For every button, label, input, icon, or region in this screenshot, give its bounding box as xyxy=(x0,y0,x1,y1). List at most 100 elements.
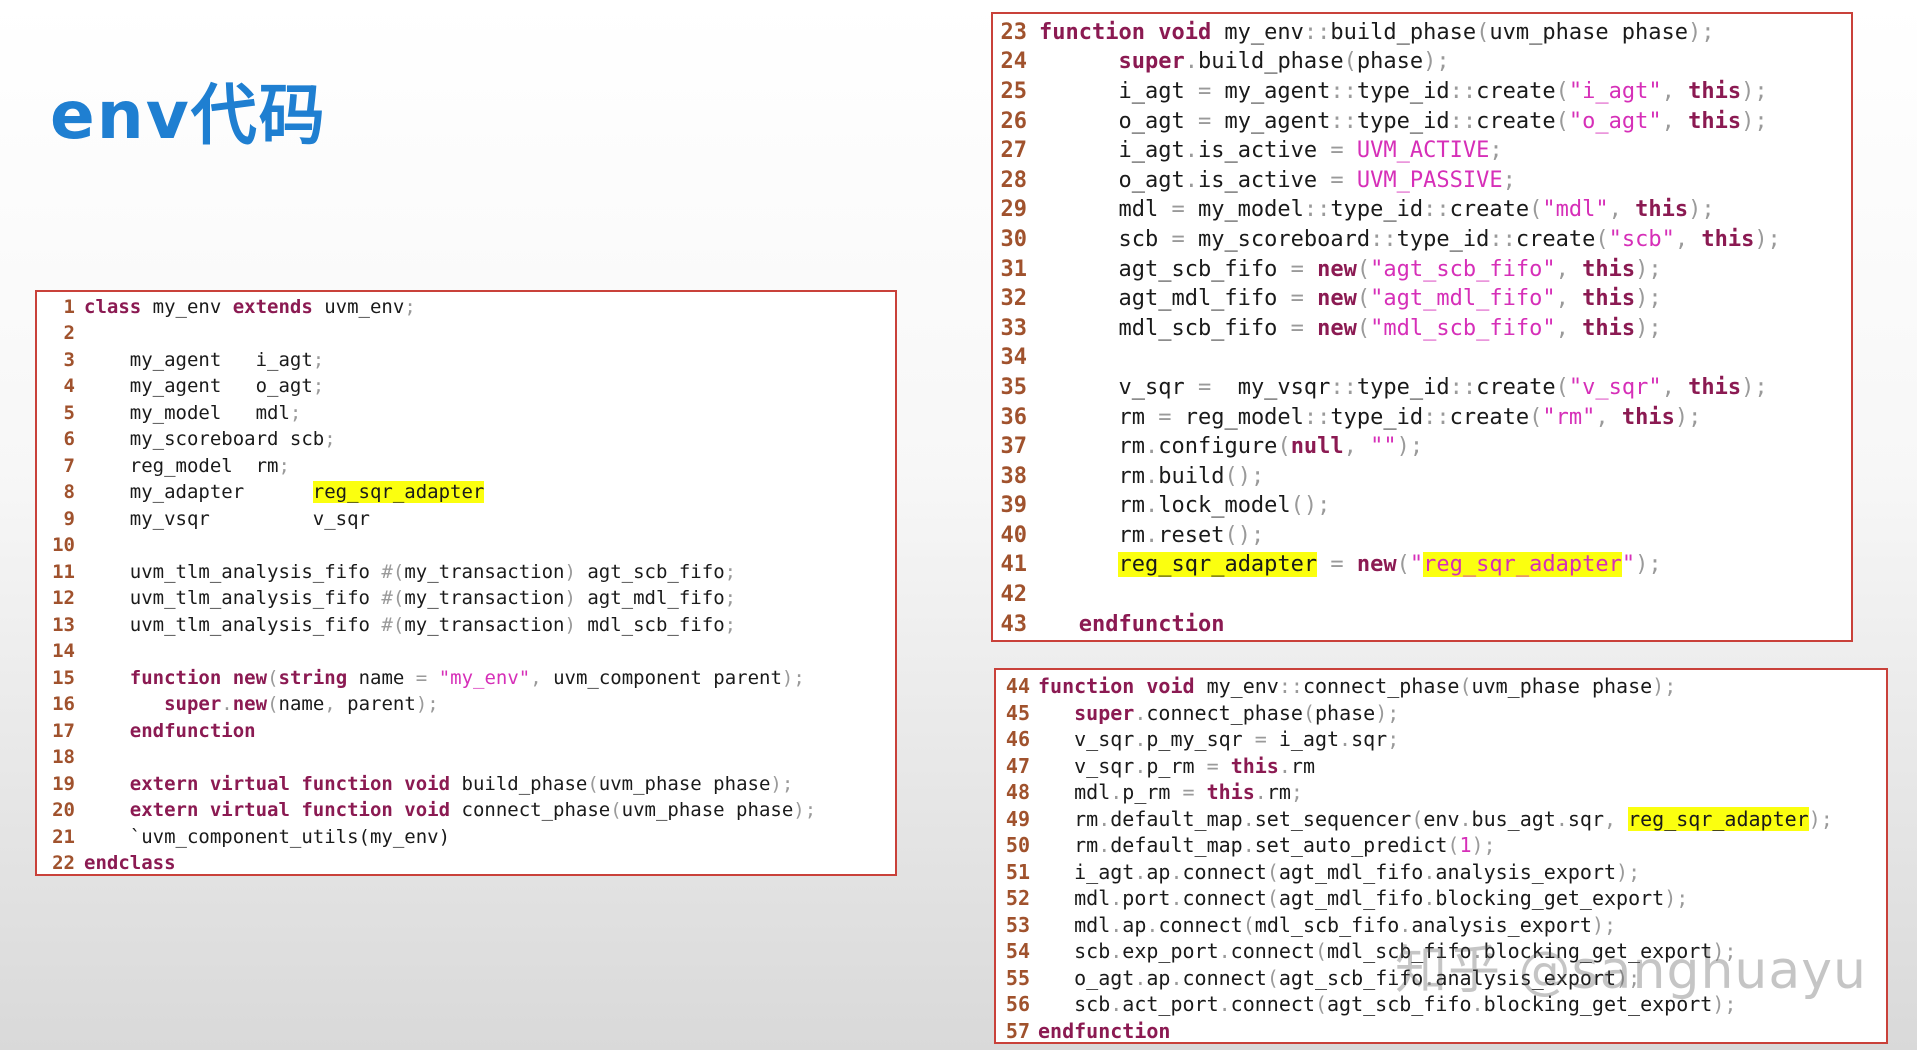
code-text: rm.configure(null, ""); xyxy=(1039,436,1423,458)
code-token: connect xyxy=(1158,913,1242,937)
line-number: 3 xyxy=(37,351,75,370)
code-token xyxy=(1675,375,1688,400)
code-text: endclass xyxy=(84,854,176,873)
code-text: super.build_phase(phase); xyxy=(1039,51,1450,73)
code-text: i_agt.is_active = UVM_ACTIVE; xyxy=(1039,140,1503,162)
code-text: uvm_tlm_analysis_fifo #(my_transaction) … xyxy=(84,616,736,635)
code-line: 52 mdl.port.connect(agt_mdl_fifo.blockin… xyxy=(996,885,1886,912)
code-text: `uvm_component_utils(my_env) xyxy=(84,828,450,847)
code-token: ( xyxy=(267,667,278,689)
code-token: my_agent xyxy=(1211,109,1330,134)
code-token: reg_model xyxy=(1171,405,1303,430)
code-token: = xyxy=(1158,405,1171,430)
code-token: uvm_component parent xyxy=(542,667,782,689)
code-token: i_agt xyxy=(1267,727,1339,751)
code-token: = xyxy=(1330,138,1343,163)
keyword-token: this xyxy=(1582,316,1635,341)
highlighted-token: reg_sqr_adapter xyxy=(1628,807,1809,831)
code-token: v_sqr xyxy=(1038,754,1134,778)
code-token: :: xyxy=(1450,375,1477,400)
code-token: ; xyxy=(1387,727,1399,751)
code-token: . xyxy=(1423,966,1435,990)
code-token: my_env xyxy=(141,296,233,318)
code-token xyxy=(1039,612,1079,637)
code-token: default_map xyxy=(1110,807,1242,831)
code-token: ); xyxy=(1616,966,1640,990)
code-token: connect xyxy=(1231,939,1315,963)
code-token: mdl xyxy=(1038,913,1110,937)
code-token: ( xyxy=(1267,860,1279,884)
line-number: 39 xyxy=(993,495,1027,517)
code-token: rm xyxy=(1038,807,1098,831)
keyword-token: endclass xyxy=(84,852,176,874)
string-token: 1 xyxy=(1459,833,1471,857)
code-text: rm = reg_model::type_id::create("rm", th… xyxy=(1039,407,1701,429)
code-line: 23function void my_env::build_phase(uvm_… xyxy=(993,18,1851,48)
code-token: type_id xyxy=(1330,197,1423,222)
line-number: 53 xyxy=(996,915,1030,935)
code-token: :: xyxy=(1330,375,1357,400)
code-line: 12 uvm_tlm_analysis_fifo #(my_transactio… xyxy=(37,586,895,613)
code-token: ; xyxy=(313,375,324,397)
code-token: lock_model xyxy=(1158,493,1290,518)
keyword-token: new xyxy=(1357,552,1397,577)
code-token: . xyxy=(1134,754,1146,778)
code-token: agt_mdl_fifo xyxy=(1279,886,1424,910)
code-token: . xyxy=(1472,939,1484,963)
code-token: exp_port xyxy=(1122,939,1218,963)
code-text: extern virtual function void connect_pha… xyxy=(84,801,816,820)
code-token: ); xyxy=(1809,807,1833,831)
code-token: mdl_scb_fifo xyxy=(1039,316,1291,341)
code-token: name xyxy=(279,693,325,715)
string-token: " xyxy=(1622,552,1635,577)
line-number: 43 xyxy=(993,614,1027,636)
code-token: my_env xyxy=(1195,674,1279,698)
code-token: create xyxy=(1450,405,1529,430)
code-token: :: xyxy=(1330,109,1357,134)
code-token: is_active xyxy=(1198,138,1330,163)
code-token: :: xyxy=(1450,109,1477,134)
line-number: 31 xyxy=(993,259,1027,281)
code-token xyxy=(1675,79,1688,104)
keyword-token: string xyxy=(279,667,348,689)
code-token: ; xyxy=(404,296,415,318)
line-number: 37 xyxy=(993,436,1027,458)
code-line: 24 super.build_phase(phase); xyxy=(993,48,1851,78)
code-token: ; xyxy=(324,428,335,450)
code-token: uvm_phase phase xyxy=(1489,20,1688,45)
line-number: 52 xyxy=(996,888,1030,908)
code-token: ); xyxy=(1652,674,1676,698)
keyword-token: this xyxy=(1207,780,1255,804)
code-token: scb xyxy=(1039,227,1171,252)
line-number: 40 xyxy=(993,525,1027,547)
code-token: build_phase xyxy=(1330,20,1476,45)
code-token xyxy=(1304,316,1317,341)
code-token: ; xyxy=(1291,780,1303,804)
code-text: v_sqr = my_vsqr::type_id::create("v_sqr"… xyxy=(1039,377,1768,399)
code-text: endfunction xyxy=(84,722,256,741)
code-token: ); xyxy=(1741,79,1768,104)
code-token: my_scoreboard scb xyxy=(84,428,324,450)
code-token: my_transaction xyxy=(404,587,564,609)
code-token: uvm_tlm_analysis_fifo xyxy=(84,614,381,636)
code-token: rm xyxy=(1267,780,1291,804)
code-token xyxy=(1569,286,1582,311)
code-token: ; xyxy=(1503,168,1516,193)
code-text: v_sqr.p_my_sqr = i_agt.sqr; xyxy=(1038,729,1399,749)
code-line: 51 i_agt.ap.connect(agt_mdl_fifo.analysi… xyxy=(996,859,1886,886)
code-token xyxy=(1569,316,1582,341)
code-token xyxy=(1195,780,1207,804)
code-token: create xyxy=(1516,227,1595,252)
string-token: "mdl" xyxy=(1542,197,1608,222)
line-number: 21 xyxy=(37,828,75,847)
code-token: ); xyxy=(793,799,816,821)
code-token: uvm_phase phase xyxy=(1472,674,1653,698)
string-token: "agt_mdl_fifo" xyxy=(1370,286,1555,311)
code-text: agt_mdl_fifo = new("agt_mdl_fifo", this)… xyxy=(1039,288,1662,310)
code-token: ); xyxy=(1616,860,1640,884)
code-token: (); xyxy=(1224,464,1264,489)
code-line: 13 uvm_tlm_analysis_fifo #(my_transactio… xyxy=(37,612,895,639)
code-token: uvm_env xyxy=(313,296,405,318)
code-text: mdl_scb_fifo = new("mdl_scb_fifo", this)… xyxy=(1039,318,1662,340)
code-token: scb xyxy=(1038,939,1110,963)
